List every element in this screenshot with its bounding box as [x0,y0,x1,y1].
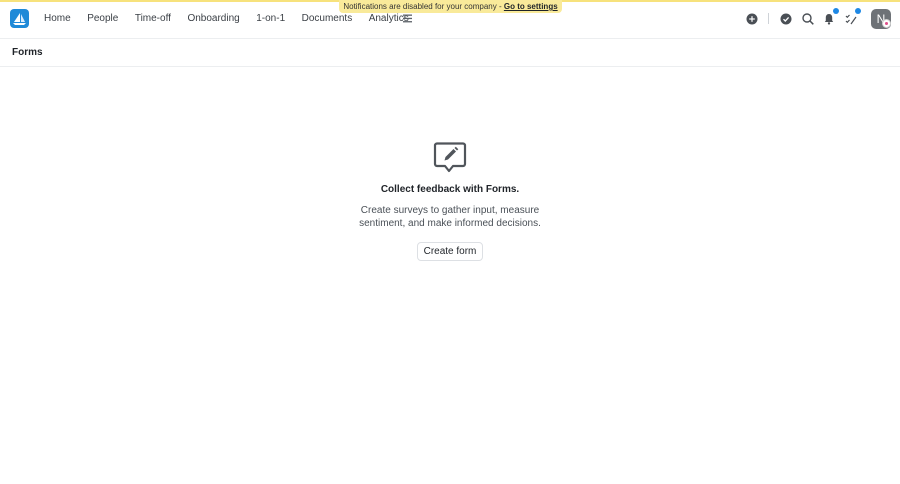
add-circle-icon [746,13,758,25]
nav-item-time-off[interactable]: Time-off [127,0,179,38]
form-chat-icon [433,142,467,173]
company-logo[interactable] [10,9,29,28]
more-menu-button[interactable] [401,12,414,25]
nav-item-1-on-1[interactable]: 1-on-1 [248,0,293,38]
empty-state: Collect feedback with Forms. Create surv… [300,140,600,261]
page-title: Forms [12,47,43,58]
create-form-button[interactable]: Create form [416,242,484,261]
go-to-settings-link[interactable]: Go to settings [504,2,558,11]
empty-state-title: Collect feedback with Forms. [380,184,520,195]
empty-state-description: Create surveys to gather input, measure … [359,205,541,229]
search-icon [802,13,814,25]
notifications-banner: Notifications are disabled for your comp… [339,0,562,13]
nav-item-onboarding[interactable]: Onboarding [179,0,247,38]
bell-icon [824,14,834,25]
tasks-button[interactable] [844,12,858,26]
navbar-divider [768,13,769,24]
add-button[interactable] [745,12,759,26]
nav-item-home[interactable]: Home [36,0,79,38]
page-header: Forms [0,39,900,67]
avatar-status-badge [882,19,891,28]
banner-text: Notifications are disabled for your comp… [343,2,504,11]
tasks-icon [845,14,857,25]
search-button[interactable] [801,12,815,26]
logo-icon [13,13,26,25]
notifications-button[interactable] [822,12,836,26]
check-circle-icon [780,13,792,25]
notification-dot [833,8,839,14]
menu-icon [403,14,412,23]
nav-item-people[interactable]: People [79,0,126,38]
tasks-dot [855,8,861,14]
approvals-button[interactable] [779,12,793,26]
